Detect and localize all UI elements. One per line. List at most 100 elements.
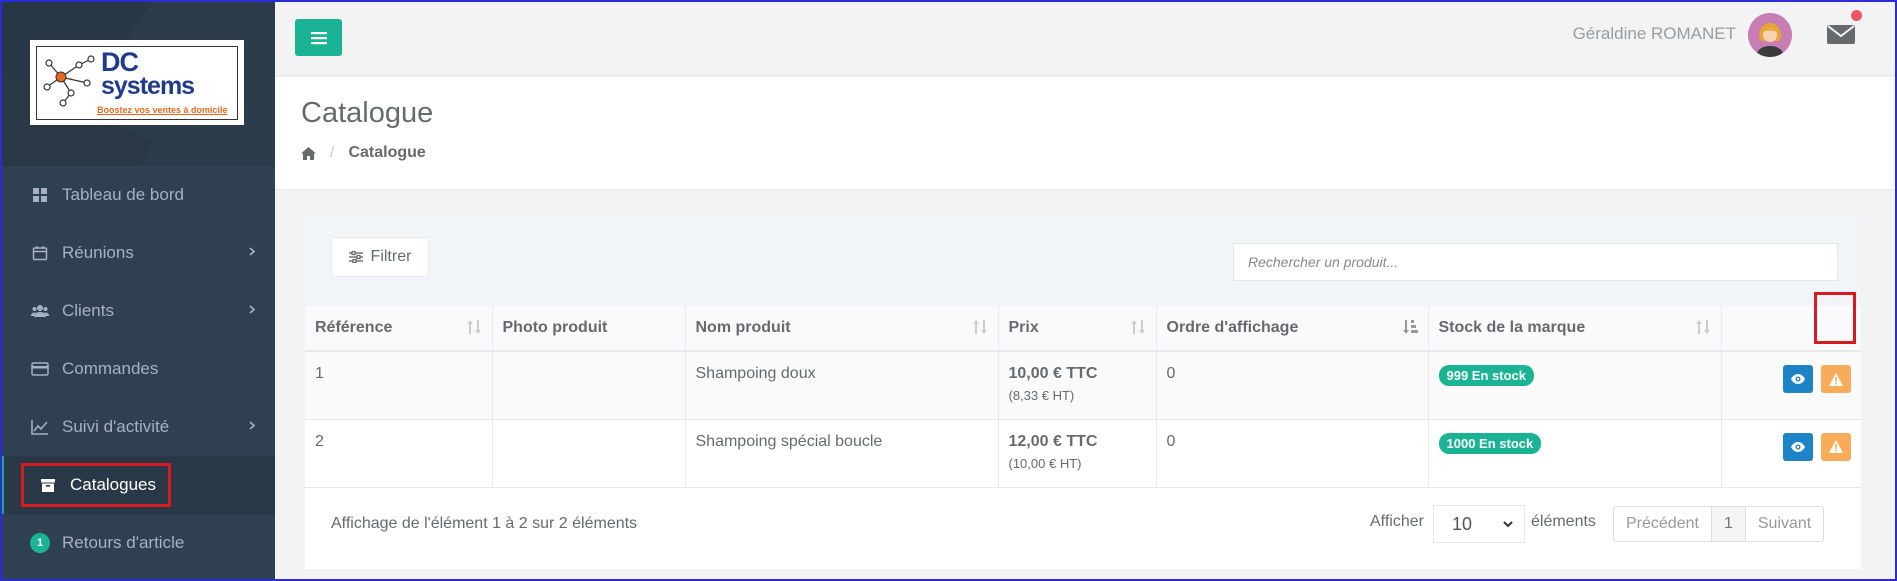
- cell-stock: 1000 En stock: [1428, 419, 1722, 488]
- cell-photo: [492, 419, 686, 488]
- page-length-select[interactable]: 10: [1433, 505, 1525, 543]
- credit-card-icon: [30, 359, 50, 379]
- header-label: Prix: [1008, 319, 1039, 336]
- sidebar-item-tableau-de-bord[interactable]: Tableau de bord: [0, 166, 275, 224]
- line-chart-icon: [30, 417, 50, 437]
- menu-toggle-button[interactable]: [295, 19, 342, 56]
- cell-photo: [492, 351, 686, 420]
- top-navbar: Géraldine ROMANET: [275, 0, 1897, 76]
- column-header-nom-produit[interactable]: Nom produit: [685, 306, 999, 352]
- previous-page-button[interactable]: Précédent: [1614, 507, 1712, 541]
- price-ht: (8,33 € HT): [1008, 388, 1075, 403]
- header-label: Photo produit: [502, 319, 608, 336]
- sidebar-item-label: Clients: [62, 301, 114, 320]
- eye-icon: [1790, 374, 1805, 384]
- page-length-label: Afficher: [1370, 513, 1424, 530]
- sidebar-item-label: Commandes: [62, 359, 159, 378]
- table-info: Affichage de l'élément 1 à 2 sur 2 éléme…: [331, 515, 638, 532]
- sliders-icon: [348, 251, 363, 263]
- elements-label: éléments: [1531, 513, 1596, 530]
- price-ttc: 12,00 € TTC: [1008, 432, 1098, 450]
- breadcrumb-current: Catalogue: [348, 144, 426, 161]
- view-button[interactable]: [1782, 432, 1813, 461]
- cell-actions: [1721, 419, 1861, 488]
- sidebar-item-label: Réunions: [62, 243, 134, 262]
- stock-badge: 1000 En stock: [1438, 432, 1542, 454]
- sort-icon[interactable]: [466, 320, 482, 334]
- filter-label: Filtrer: [370, 248, 412, 265]
- sidebar-item-label: Suivi d'activité: [62, 417, 170, 436]
- chevron-right-icon: [249, 305, 256, 314]
- sidebar-item-catalogues[interactable]: Catalogues: [0, 456, 275, 514]
- header-label: Nom produit: [695, 319, 791, 336]
- hamburger-icon: [310, 31, 327, 44]
- panel-toolbar: Filtrer: [305, 217, 1861, 306]
- page-length-value: 10: [1452, 513, 1473, 534]
- network-logo-icon: [43, 55, 95, 107]
- warning-button[interactable]: [1821, 432, 1851, 461]
- stock-badge: 999 En stock: [1438, 365, 1534, 386]
- notification-dot: [1851, 10, 1862, 21]
- chevron-down-icon: [1503, 521, 1513, 528]
- retours-badge-wrap: 1: [30, 533, 50, 553]
- sidebar-nav: Tableau de bord Réunions Clients Command…: [0, 166, 275, 572]
- envelope-icon[interactable]: [1826, 22, 1856, 46]
- sidebar-header: DC systems Boostez vos ventes à domicile: [0, 0, 275, 166]
- sidebar-item-commandes[interactable]: Commandes: [0, 340, 275, 398]
- breadcrumb-separator: /: [330, 144, 335, 161]
- home-icon[interactable]: [301, 146, 316, 160]
- column-header-photo: Photo produit: [492, 306, 686, 352]
- avatar[interactable]: [1748, 13, 1792, 57]
- column-header-ordre-affichage[interactable]: Ordre d'affichage: [1156, 306, 1429, 352]
- price-ttc: 10,00 € TTC: [1008, 365, 1098, 382]
- cell-display-order: 0: [1156, 351, 1429, 420]
- column-header-reference[interactable]: Référence: [305, 306, 493, 352]
- sidebar-item-label: Tableau de bord: [62, 185, 184, 204]
- catalogue-panel: Filtrer Référence Photo produit Nom prod…: [305, 217, 1861, 569]
- filter-button[interactable]: Filtrer: [331, 237, 429, 277]
- user-name[interactable]: Géraldine ROMANET: [1573, 24, 1736, 44]
- eye-icon: [1790, 441, 1805, 452]
- cell-actions: [1721, 351, 1861, 420]
- search-input[interactable]: [1233, 243, 1838, 281]
- sidebar-item-label: Retours d'article: [62, 533, 185, 552]
- column-header-actions: [1721, 306, 1861, 352]
- brand-logo[interactable]: DC systems Boostez vos ventes à domicile: [30, 40, 244, 125]
- sidebar-item-suivi-activite[interactable]: Suivi d'activité: [0, 398, 275, 456]
- page-number-button[interactable]: 1: [1711, 507, 1746, 541]
- table-row: 1 Shampoing doux 10,00 € TTC (8,33 € HT)…: [305, 351, 1861, 420]
- chevron-right-icon: [249, 421, 256, 430]
- sidebar: DC systems Boostez vos ventes à domicile…: [0, 0, 275, 581]
- cell-price: 12,00 € TTC (10,00 € HT): [998, 419, 1157, 488]
- logo-text-systems: systems: [101, 72, 195, 100]
- page-title: Catalogue: [301, 97, 434, 129]
- view-button[interactable]: [1782, 365, 1813, 393]
- cell-stock: 999 En stock: [1428, 351, 1722, 420]
- warning-icon: [1829, 372, 1843, 386]
- column-header-stock[interactable]: Stock de la marque: [1428, 306, 1722, 352]
- users-icon: [30, 301, 50, 321]
- catalogue-table: Référence Photo produit Nom produit Prix…: [305, 306, 1861, 488]
- chevron-right-icon: [249, 247, 256, 256]
- sort-icon[interactable]: [1130, 320, 1146, 334]
- sidebar-item-clients[interactable]: Clients: [0, 282, 275, 340]
- header-label: Ordre d'affichage: [1166, 319, 1299, 336]
- cell-product-name: Shampoing spécial boucle: [685, 419, 999, 488]
- column-header-prix[interactable]: Prix: [998, 306, 1157, 352]
- warning-icon: [1829, 440, 1843, 453]
- header-label: Référence: [315, 319, 393, 336]
- cell-reference: 2: [305, 419, 493, 488]
- logo-tagline: Boostez vos ventes à domicile: [97, 105, 228, 115]
- pagination: Précédent 1 Suivant: [1613, 506, 1825, 542]
- archive-icon: [38, 475, 58, 495]
- sort-icon[interactable]: [1695, 320, 1711, 334]
- cell-display-order: 0: [1156, 419, 1429, 488]
- calendar-icon: [30, 243, 50, 263]
- dashboard-icon: [30, 185, 50, 205]
- sidebar-item-reunions[interactable]: Réunions: [0, 224, 275, 282]
- sort-icon[interactable]: [972, 320, 988, 334]
- sidebar-item-retours-article[interactable]: 1 Retours d'article: [0, 514, 275, 572]
- warning-button[interactable]: [1821, 365, 1851, 393]
- next-page-button[interactable]: Suivant: [1746, 507, 1823, 541]
- sort-ascending-icon[interactable]: [1402, 320, 1418, 334]
